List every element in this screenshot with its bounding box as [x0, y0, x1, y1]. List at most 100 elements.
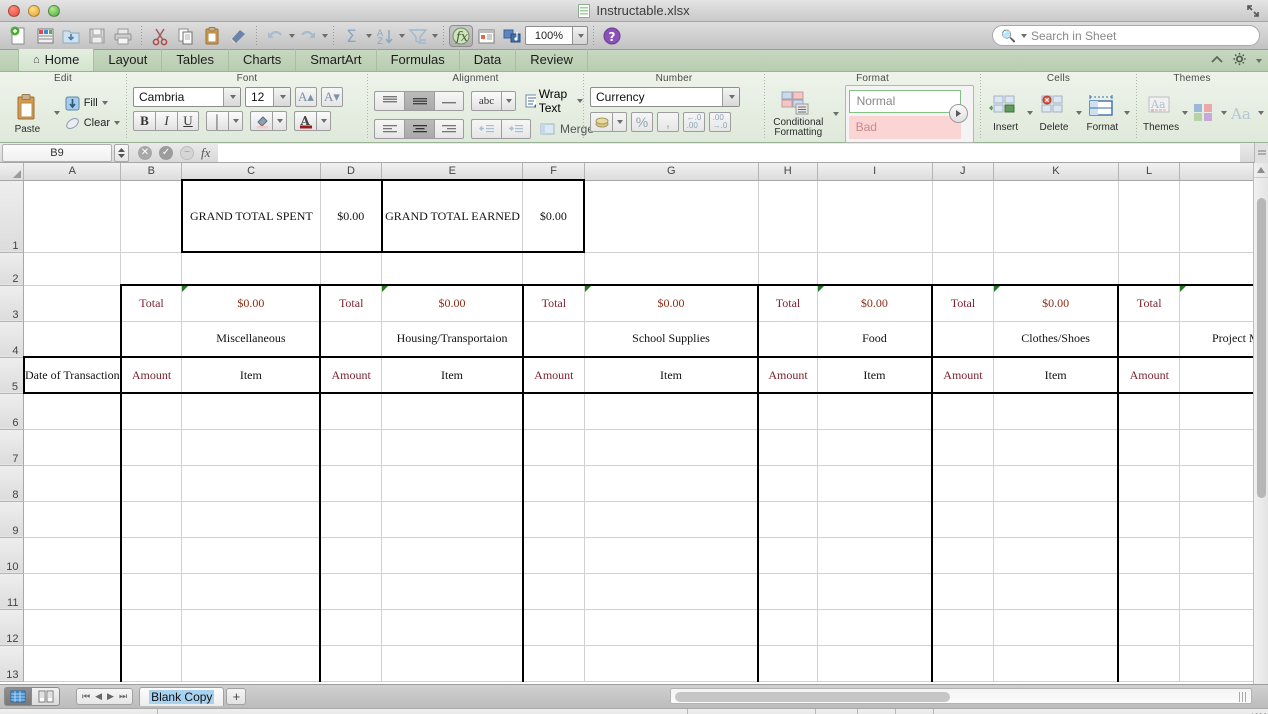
fill-color-button[interactable] [250, 111, 272, 131]
comma-style-button[interactable]: , [657, 112, 679, 132]
paste-icon[interactable] [199, 24, 225, 48]
filter-icon[interactable] [405, 24, 431, 48]
cell-D10[interactable] [319, 537, 383, 574]
formula-builder-small-icon[interactable]: − [180, 145, 194, 160]
filter-dropdown-icon[interactable] [432, 33, 438, 38]
paste-dropdown-icon[interactable] [53, 111, 60, 115]
currency-dropdown-icon[interactable] [612, 112, 627, 132]
cell-F9[interactable] [521, 501, 585, 538]
horizontal-scroll-grip[interactable] [1239, 692, 1247, 702]
cell-L1[interactable] [1118, 180, 1181, 253]
cell-H11[interactable] [757, 573, 818, 610]
cell-E8[interactable] [381, 465, 524, 502]
cell-E11[interactable] [381, 573, 524, 610]
cell-H3-total-label-4[interactable]: Total [757, 284, 818, 322]
window-controls[interactable] [0, 4, 60, 17]
cell-B1[interactable] [120, 180, 183, 253]
conditional-formatting-button[interactable]: Conditional Formatting [771, 91, 826, 138]
cell-J3-total-label-5[interactable]: Total [931, 284, 994, 322]
cell-F8[interactable] [521, 465, 585, 502]
cell-E12[interactable] [381, 609, 524, 646]
font-size-field[interactable]: 12 [245, 87, 291, 107]
cell-K11[interactable] [993, 573, 1119, 610]
gear-icon[interactable] [1232, 52, 1247, 69]
cell-C4-category-name-1[interactable]: Miscellaneous [181, 321, 321, 358]
style-normal[interactable]: Normal [848, 89, 961, 113]
formula-builder-icon[interactable]: fx [449, 24, 473, 47]
increase-indent-button[interactable] [501, 119, 531, 139]
collapse-ribbon-icon[interactable] [1210, 53, 1224, 68]
cell-L13[interactable] [1117, 645, 1181, 682]
cell-J2[interactable] [932, 252, 994, 286]
name-box[interactable]: B9 [2, 143, 112, 162]
cell-I7[interactable] [817, 429, 933, 466]
column-header-E[interactable]: E [381, 163, 524, 181]
cell-F7[interactable] [521, 429, 585, 466]
cell-L6[interactable] [1117, 393, 1181, 430]
cell-J1[interactable] [932, 180, 994, 253]
fill-dropdown-icon[interactable] [101, 101, 108, 105]
cancel-icon[interactable]: ✕ [138, 145, 152, 160]
align-center-button[interactable] [404, 119, 434, 139]
cell-J6[interactable] [931, 393, 994, 430]
cell-H2[interactable] [758, 252, 818, 286]
prev-sheet-icon[interactable]: ◀ [95, 691, 102, 702]
column-header-J[interactable]: J [932, 163, 994, 181]
normal-view-icon[interactable] [4, 687, 32, 706]
italic-button[interactable]: I [155, 111, 177, 131]
cell-L5-amount-6[interactable]: Amount [1117, 356, 1181, 394]
search-scope-dropdown-icon[interactable] [1020, 33, 1027, 38]
fill-button[interactable]: Fill [64, 95, 120, 112]
cell-K7[interactable] [993, 429, 1119, 466]
cell-C1-grand-total-spent-label[interactable]: GRAND TOTAL SPENT [180, 179, 321, 253]
cell-H8[interactable] [757, 465, 818, 502]
cell-L2[interactable] [1118, 252, 1181, 286]
wrap-text-dropdown-icon[interactable] [577, 99, 584, 103]
cell-G1[interactable] [584, 180, 759, 253]
cell-C6[interactable] [181, 393, 321, 430]
cell-K2[interactable] [993, 252, 1119, 286]
cell-G2[interactable] [584, 252, 759, 286]
increase-decimal-button[interactable]: ←.0.00 [683, 112, 705, 132]
cell-E4-category-name-2[interactable]: Housing/Transportaion [381, 321, 524, 358]
last-sheet-icon[interactable]: ⏭ [119, 691, 127, 702]
cell-D2[interactable] [320, 252, 383, 286]
cell-I2[interactable] [817, 252, 933, 286]
cell-D6[interactable] [319, 393, 383, 430]
cell-H4-category-4[interactable] [757, 321, 818, 358]
cell-F3-total-label-3[interactable]: Total [521, 284, 585, 322]
cell-E10[interactable] [381, 537, 524, 574]
horizontal-scrollbar[interactable] [670, 688, 1252, 704]
cell-B9[interactable] [120, 501, 183, 538]
cell-E1-grand-total-earned-label[interactable]: GRAND TOTAL EARNED [380, 179, 524, 253]
add-sheet-button[interactable]: + [226, 688, 247, 705]
cell-C3-total-value-1[interactable]: $0.00 [181, 284, 321, 322]
cell-B4-category-1[interactable] [119, 321, 183, 358]
cell-A5-date-header[interactable]: Date of Transaction [22, 356, 122, 394]
cell-D7[interactable] [319, 429, 383, 466]
cell-A10[interactable] [23, 537, 122, 574]
first-sheet-icon[interactable]: ⏮ [82, 691, 90, 702]
cell-C9[interactable] [181, 501, 321, 538]
undo-icon[interactable] [262, 24, 288, 48]
column-header-B[interactable]: B [120, 163, 183, 181]
tab-layout[interactable]: Layout [94, 49, 163, 71]
bold-button[interactable]: B [133, 111, 155, 131]
cell-F5-amount-3[interactable]: Amount [521, 356, 585, 394]
row-header-13[interactable]: 13 [0, 645, 25, 682]
cell-E5-item-2[interactable]: Item [381, 356, 524, 394]
scroll-up-icon[interactable] [1254, 163, 1268, 178]
clear-dropdown-icon[interactable] [114, 121, 120, 125]
number-format-dropdown-icon[interactable] [722, 88, 739, 106]
cell-H9[interactable] [757, 501, 818, 538]
cell-H10[interactable] [757, 537, 818, 574]
cell-A3[interactable] [23, 285, 122, 322]
cell-C8[interactable] [181, 465, 321, 502]
underline-button[interactable]: U [177, 111, 199, 131]
cell-J7[interactable] [931, 429, 994, 466]
autosum-icon[interactable]: Σ [339, 24, 365, 48]
cell-D9[interactable] [319, 501, 383, 538]
cell-J10[interactable] [931, 537, 994, 574]
cell-I13[interactable] [817, 645, 933, 682]
cell-H5-amount-4[interactable]: Amount [757, 356, 818, 394]
